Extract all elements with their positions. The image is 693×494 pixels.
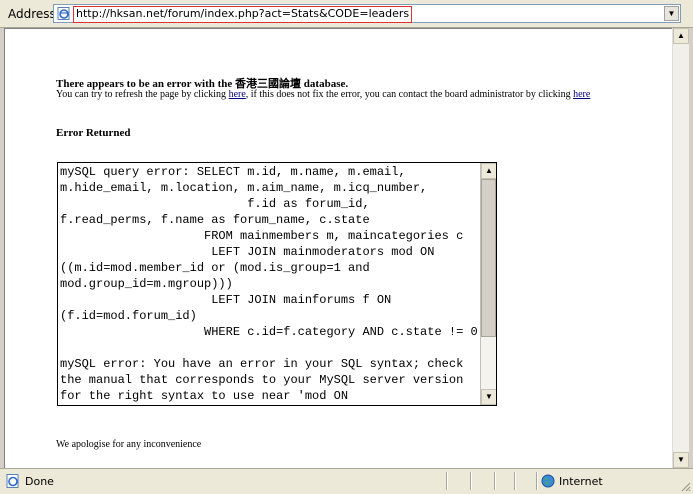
desc-part2: , if this does not fix the error, you ca… <box>245 89 574 100</box>
scroll-up-icon[interactable]: ▲ <box>481 163 496 179</box>
scroll-up-icon[interactable]: ▲ <box>673 28 689 44</box>
resize-grip-icon[interactable] <box>679 480 691 492</box>
address-input[interactable]: http://hksan.net/forum/index.php?act=Sta… <box>53 4 681 23</box>
scroll-down-icon[interactable]: ▼ <box>673 452 689 468</box>
status-divider <box>446 472 448 490</box>
ie-page-icon <box>6 474 19 488</box>
page-content: There appears to be an error with the 香港… <box>4 28 672 468</box>
address-url[interactable]: http://hksan.net/forum/index.php?act=Sta… <box>73 6 413 23</box>
apology-text: We apologise for any inconvenience <box>56 439 202 450</box>
dropdown-arrow-icon[interactable]: ▼ <box>664 6 679 21</box>
status-bar: Done Internet <box>0 468 693 494</box>
error-description: You can try to refresh the page by click… <box>56 89 590 100</box>
ie-page-icon <box>57 7 70 20</box>
sql-scrollbar[interactable]: ▲ ▼ <box>480 163 496 405</box>
status-text: Done <box>25 475 54 488</box>
status-divider <box>494 472 496 490</box>
globe-icon <box>541 474 555 488</box>
status-divider <box>470 472 472 490</box>
error-returned-heading: Error Returned <box>56 127 131 139</box>
scroll-down-icon[interactable]: ▼ <box>481 389 496 405</box>
desc-part1: You can try to refresh the page by click… <box>56 89 229 100</box>
zone-text: Internet <box>559 475 603 488</box>
status-divider <box>536 472 538 490</box>
address-label: Address <box>8 7 56 21</box>
sql-error-text: mySQL query error: SELECT m.id, m.name, … <box>60 165 478 403</box>
sql-scroll-thumb[interactable] <box>481 179 496 337</box>
sql-error-textarea[interactable]: mySQL query error: SELECT m.id, m.name, … <box>57 162 497 406</box>
page-scrollbar[interactable]: ▲ ▼ <box>672 28 689 468</box>
status-divider <box>514 472 516 490</box>
refresh-link[interactable]: here <box>229 89 246 100</box>
contact-admin-link[interactable]: here <box>573 89 590 100</box>
address-bar: Address http://hksan.net/forum/index.php… <box>0 0 693 28</box>
